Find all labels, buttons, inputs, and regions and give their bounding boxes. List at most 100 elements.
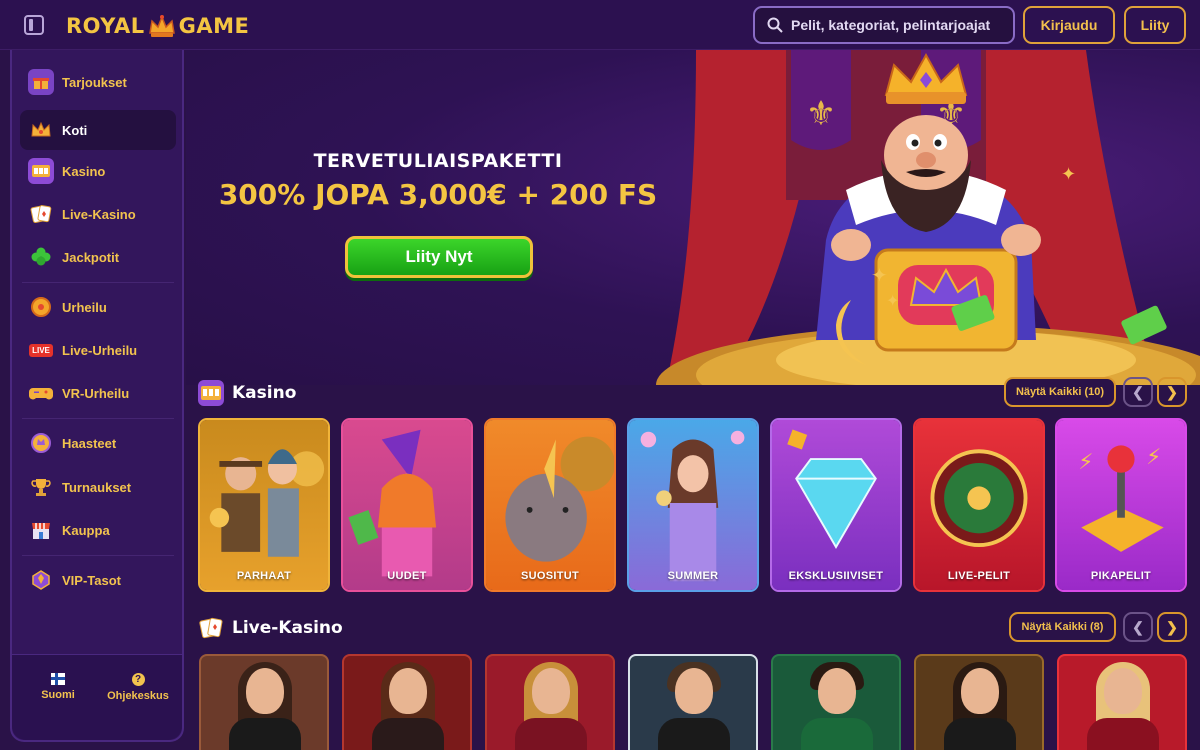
- dealer-body: [372, 718, 444, 750]
- svg-text:✦: ✦: [871, 263, 888, 287]
- svg-text:⚡: ⚡: [1078, 450, 1093, 475]
- login-button[interactable]: Kirjaudu: [1023, 6, 1115, 44]
- slot-machine-icon: [28, 158, 54, 184]
- carousel-next-button[interactable]: ❯: [1157, 612, 1187, 642]
- sidebar-item-label: Urheilu: [62, 299, 107, 315]
- live-game-card[interactable]: [485, 654, 615, 750]
- dealer-body: [944, 718, 1016, 750]
- sidebar-item-label: Live-Kasino: [62, 206, 136, 222]
- trophy-icon: [28, 474, 54, 500]
- sidebar-divider: [22, 418, 174, 419]
- svg-text:⚡: ⚡: [1146, 445, 1161, 470]
- section-title: Kasino: [232, 383, 297, 403]
- join-now-button[interactable]: Liity Nyt: [345, 236, 533, 278]
- category-card[interactable]: UUDET: [341, 418, 473, 592]
- sidebar-item-urheilu[interactable]: Urheilu: [20, 287, 176, 327]
- card-label: LIVE-PELIT: [947, 570, 1011, 582]
- finland-flag-icon: [51, 673, 65, 685]
- sidebar-item-label: Live-Urheilu: [62, 342, 138, 358]
- sidebar-item-label: Turnaukset: [62, 479, 132, 495]
- sidebar-item-haasteet[interactable]: Haasteet: [20, 423, 176, 463]
- gamepad-icon: [28, 380, 54, 406]
- card-artwork: [915, 420, 1043, 590]
- search-box[interactable]: [753, 6, 1015, 44]
- card-label: SUOSITUT: [520, 570, 579, 582]
- show-all-live-button[interactable]: Näytä Kaikki (8): [1009, 612, 1116, 642]
- card-label: SUMMER: [667, 570, 719, 582]
- search-icon: [767, 17, 783, 33]
- category-card[interactable]: LIVE-PELIT: [913, 418, 1045, 592]
- sidebar-item-jackpotit[interactable]: Jackpotit: [20, 237, 176, 277]
- cards-icon: [28, 201, 54, 227]
- category-card[interactable]: ⚡ ⚡ PIKAPELIT: [1055, 418, 1187, 592]
- sidebar-item-label: VIP-Tasot: [62, 572, 121, 588]
- card-artwork: ⚡ ⚡: [1057, 420, 1185, 590]
- logo-text-right: GAME: [178, 14, 250, 38]
- carousel-next-button[interactable]: ❯: [1157, 377, 1187, 407]
- hero-title: 300% JOPA 3,000€ + 200 FS: [218, 178, 658, 211]
- show-all-casino-button[interactable]: Näytä Kaikki (10): [1004, 377, 1116, 407]
- sidebar-item-kasino[interactable]: Kasino: [20, 151, 176, 191]
- category-card[interactable]: PARHAAT: [198, 418, 330, 592]
- card-label: PIKAPELIT: [1090, 570, 1152, 582]
- gift-icon: [28, 69, 54, 95]
- help-center-link[interactable]: ? Ohjekeskus: [98, 673, 178, 702]
- hero-banner: ⚜ ⚜ ✦ ✦ ✦ TERVETULIAISPAKETTI 300% JOPA …: [186, 50, 1200, 385]
- chevron-left-icon: ❮: [1132, 383, 1144, 400]
- sidebar-item-label: VR-Urheilu: [62, 385, 130, 401]
- category-card[interactable]: SUMMER: [627, 418, 759, 592]
- dealer-face: [532, 668, 570, 714]
- ball-icon: [28, 294, 54, 320]
- section-title: Live-Kasino: [232, 618, 343, 638]
- slot-machine-icon: [198, 380, 224, 406]
- sidebar-item-vr-urheilu[interactable]: VR-Urheilu: [20, 373, 176, 413]
- sidebar-item-label: Kauppa: [62, 522, 110, 538]
- card-artwork: [200, 420, 328, 590]
- sidebar-item-tarjoukset[interactable]: Tarjoukset: [20, 62, 176, 102]
- sidebar-divider: [22, 555, 174, 556]
- medal-icon: [28, 430, 54, 456]
- svg-text:✦: ✦: [886, 291, 899, 310]
- sidebar-toggle-icon[interactable]: [24, 15, 44, 35]
- top-header: ROYAL GAME Kirjaudu Liity: [0, 0, 1200, 50]
- sidebar-item-label: Jackpotit: [62, 249, 120, 265]
- sidebar-item-live-urheilu[interactable]: LIVE Live-Urheilu: [20, 330, 176, 370]
- logo-text-left: ROYAL: [66, 14, 145, 38]
- join-button[interactable]: Liity: [1124, 6, 1186, 44]
- sidebar-item-koti[interactable]: Koti: [20, 110, 176, 150]
- live-game-card[interactable]: [199, 654, 329, 750]
- card-label: UUDET: [387, 570, 427, 582]
- dealer-body: [801, 718, 873, 750]
- sidebar-item-vip-tasot[interactable]: VIP-Tasot: [20, 560, 176, 600]
- sidebar-item-label: Koti: [62, 122, 88, 138]
- live-game-card[interactable]: [771, 654, 901, 750]
- category-card[interactable]: EKSKLUSIIVISET: [770, 418, 902, 592]
- card-artwork: [629, 420, 757, 590]
- hero-subtitle: TERVETULIAISPAKETTI: [313, 150, 563, 172]
- live-game-card[interactable]: [1057, 654, 1187, 750]
- category-card[interactable]: SUOSITUT: [484, 418, 616, 592]
- card-artwork: [772, 420, 900, 590]
- dealer-face: [1104, 668, 1142, 714]
- sidebar-item-turnaukset[interactable]: Turnaukset: [20, 467, 176, 507]
- chevron-left-icon: ❮: [1132, 618, 1144, 635]
- live-game-card[interactable]: [628, 654, 758, 750]
- logo[interactable]: ROYAL GAME: [66, 12, 249, 40]
- search-input[interactable]: [791, 17, 1011, 33]
- dealer-face: [961, 668, 999, 714]
- card-artwork: [486, 420, 614, 590]
- live-casino-section-header: Live-Kasino: [198, 612, 343, 644]
- live-game-card[interactable]: [914, 654, 1044, 750]
- dealer-face: [246, 668, 284, 714]
- carousel-prev-button[interactable]: ❮: [1123, 377, 1153, 407]
- carousel-prev-button[interactable]: ❮: [1123, 612, 1153, 642]
- live-game-card[interactable]: [342, 654, 472, 750]
- clover-icon: [28, 244, 54, 270]
- sidebar-item-label: Tarjoukset: [62, 74, 127, 90]
- language-selector[interactable]: Suomi: [18, 673, 98, 701]
- cards-icon: [198, 615, 224, 641]
- sidebar-item-kauppa[interactable]: Kauppa: [20, 510, 176, 550]
- sidebar-item-live-kasino[interactable]: Live-Kasino: [20, 194, 176, 234]
- dealer-body: [1087, 718, 1159, 750]
- svg-text:⚜: ⚜: [806, 94, 836, 134]
